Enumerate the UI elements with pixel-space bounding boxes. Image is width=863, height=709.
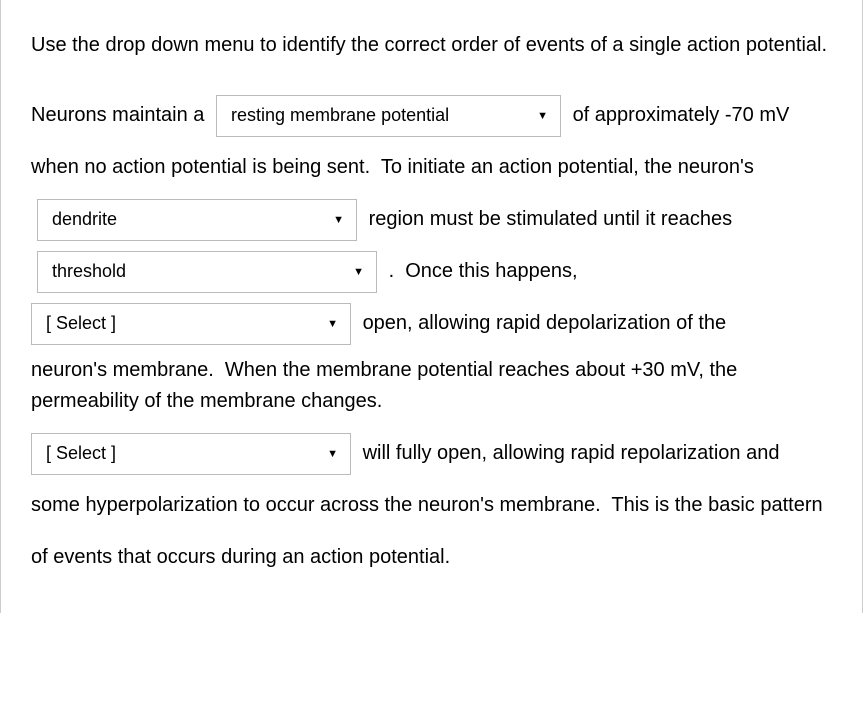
chevron-down-icon: ▼ — [327, 448, 338, 460]
text-segment-5a: open, allowing rapid depolarization of t… — [363, 312, 727, 334]
dropdown-channels-2[interactable]: [ Select ] ▼ — [31, 433, 351, 475]
dropdown-label: [ Select ] — [46, 313, 313, 334]
dropdown-channels-1[interactable]: [ Select ] ▼ — [31, 303, 351, 345]
dropdown-threshold[interactable]: threshold ▼ — [37, 251, 377, 293]
dropdown-label: threshold — [52, 261, 339, 282]
chevron-down-icon: ▼ — [353, 266, 364, 278]
chevron-down-icon: ▼ — [537, 110, 548, 122]
text-segment-5b: neuron's membrane. When the membrane pot… — [31, 349, 832, 427]
instruction-text: Use the drop down menu to identify the c… — [31, 30, 832, 61]
dropdown-label: resting membrane potential — [231, 105, 523, 126]
dropdown-label: [ Select ] — [46, 443, 313, 464]
text-segment-3: region must be stimulated until it reach… — [369, 208, 733, 230]
dropdown-region[interactable]: dendrite ▼ — [37, 199, 357, 241]
text-segment-4: . Once this happens, — [389, 260, 578, 282]
dropdown-membrane-potential[interactable]: resting membrane potential ▼ — [216, 95, 561, 137]
chevron-down-icon: ▼ — [327, 318, 338, 330]
dropdown-label: dendrite — [52, 209, 319, 230]
cloze-passage: Neurons maintain a resting membrane pote… — [31, 89, 832, 583]
text-segment-1: Neurons maintain a — [31, 104, 204, 126]
chevron-down-icon: ▼ — [333, 214, 344, 226]
